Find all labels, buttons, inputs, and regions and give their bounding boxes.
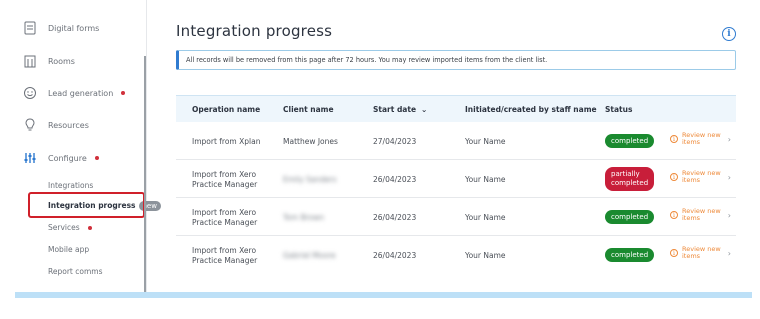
document-icon [22, 20, 38, 36]
status-badge: completed [605, 210, 655, 224]
header-operation-name: Operation name [192, 105, 261, 114]
table-row: Import from Xero Practice Manager Tom Bro… [176, 198, 736, 236]
lightbulb-icon [22, 117, 38, 133]
chevron-right-icon: › [727, 210, 731, 220]
operation-name: Import from Xero Practice Manager [192, 170, 258, 189]
chevron-right-icon: › [727, 134, 731, 144]
review-new-items-link[interactable]: i Review new items › [670, 208, 731, 222]
sliders-icon [22, 150, 38, 166]
client-name: Gabriel Moore [283, 251, 336, 260]
review-new-items-link[interactable]: i Review new items › [670, 170, 731, 184]
info-icon: i [670, 173, 678, 181]
highlight-box [28, 192, 145, 218]
review-new-items-link[interactable]: i Review new items › [670, 132, 731, 146]
sidebar-item-label: Resources [48, 120, 89, 130]
main-content: Integration progress i All records will … [148, 0, 760, 292]
header-initiated-by: Initiated/created by staff name [465, 105, 597, 114]
integration-table: Operation name Client name Start date ⌄ I… [176, 95, 736, 274]
client-name: Matthew Jones [283, 137, 338, 146]
building-icon [22, 53, 38, 69]
info-icon[interactable]: i [722, 27, 736, 41]
info-icon: i [670, 211, 678, 219]
client-name: Tom Brown [283, 213, 325, 222]
start-date: 26/04/2023 [373, 251, 417, 260]
table-row: Import from Xplan Matthew Jones 27/04/20… [176, 122, 736, 160]
sidebar-item-label: Rooms [48, 56, 75, 66]
staff-name: Your Name [465, 251, 506, 260]
staff-name: Your Name [465, 213, 506, 222]
info-icon: i [670, 249, 678, 257]
sidebar-scrollbar[interactable] [144, 56, 146, 292]
sidebar-item-configure[interactable]: Configure [0, 148, 147, 168]
header-client-name: Client name [283, 105, 334, 114]
sidebar-item-resources[interactable]: Resources [0, 115, 147, 135]
info-icon: i [670, 135, 678, 143]
start-date: 26/04/2023 [373, 213, 417, 222]
start-date: 26/04/2023 [373, 175, 417, 184]
header-start-date[interactable]: Start date ⌄ [373, 105, 427, 114]
sidebar-item-label: Configure [48, 154, 99, 163]
chevron-down-icon: ⌄ [421, 105, 428, 114]
client-name: Emily Sanders [283, 175, 337, 184]
operation-name: Import from Xero Practice Manager [192, 246, 258, 265]
table-row: Import from Xero Practice Manager Emily S… [176, 160, 736, 198]
notification-dot [121, 91, 126, 95]
sidebar-item-label: Digital forms [48, 23, 100, 33]
smile-icon [22, 85, 38, 101]
horizontal-scrollbar[interactable] [15, 292, 752, 298]
table-row: Import from Xero Practice Manager Gabriel… [176, 236, 736, 274]
review-new-items-link[interactable]: i Review new items › [670, 246, 731, 260]
sidebar: Digital forms Rooms Lead generation Reso… [0, 0, 161, 292]
status-badge: completed [605, 134, 655, 148]
operation-name: Import from Xero Practice Manager [192, 208, 258, 227]
sidebar-sub-services[interactable]: Services [48, 223, 92, 232]
notification-dot [87, 226, 92, 230]
status-badge: completed [605, 248, 655, 262]
sidebar-item-rooms[interactable]: Rooms [0, 51, 147, 71]
status-badge: partially completed [605, 167, 655, 191]
sidebar-sub-mobile-app[interactable]: Mobile app [48, 245, 89, 254]
staff-name: Your Name [465, 175, 506, 184]
table-header: Operation name Client name Start date ⌄ I… [176, 95, 736, 122]
page-title: Integration progress [176, 22, 333, 40]
sidebar-item-digital-forms[interactable]: Digital forms [0, 18, 147, 38]
start-date: 27/04/2023 [373, 137, 417, 146]
sidebar-item-label: Lead generation [48, 89, 126, 98]
sidebar-sub-report-comms[interactable]: Report comms [48, 267, 102, 276]
staff-name: Your Name [465, 137, 506, 146]
operation-name: Import from Xplan [192, 137, 261, 146]
sidebar-item-lead-generation[interactable]: Lead generation [0, 83, 147, 103]
chevron-right-icon: › [727, 248, 731, 258]
notification-dot [94, 156, 99, 160]
chevron-right-icon: › [727, 172, 731, 182]
header-status: Status [605, 105, 633, 114]
notice-banner: All records will be removed from this pa… [176, 50, 736, 70]
sidebar-sub-integrations[interactable]: Integrations [48, 181, 93, 190]
